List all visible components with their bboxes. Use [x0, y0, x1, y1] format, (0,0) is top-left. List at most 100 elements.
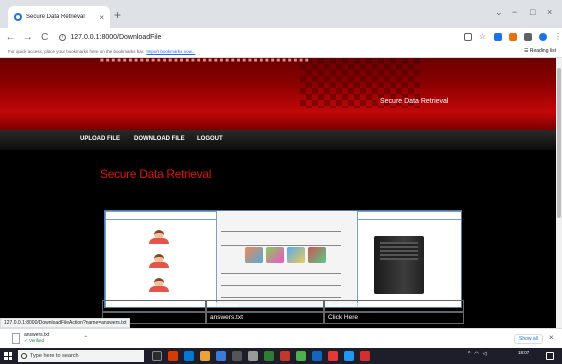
forward-button[interactable]: → [21, 32, 34, 43]
show-all-button[interactable]: Show all [514, 334, 543, 344]
chevron-down-icon[interactable]: ⌄ [495, 7, 503, 18]
table-header-row: Username Filename Download File [102, 300, 464, 312]
address-bar[interactable]: i 127.0.0.1:8000/DownloadFile [55, 30, 459, 44]
browser-tab-strip: Secure Data Retrieval × + ⌄ − □ × [0, 0, 562, 28]
user-avatar-icon [146, 230, 172, 244]
system-tray: ^ ◠ ◁ [468, 351, 487, 357]
taskbar-app-icon[interactable] [360, 351, 370, 361]
taskbar-clock[interactable]: 18:07 [518, 350, 529, 356]
diagram-panel-header [358, 212, 461, 220]
nav-upload-file[interactable]: UPLOAD FILE [80, 136, 120, 142]
windows-start-icon[interactable] [4, 352, 12, 360]
profile-avatar-icon[interactable] [539, 33, 548, 41]
taskbar-app-icon[interactable] [232, 351, 242, 361]
close-shelf-button[interactable]: × [549, 333, 554, 342]
network-icon[interactable]: ◠ [474, 351, 478, 357]
taskbar-app-icon[interactable] [344, 351, 354, 361]
scrollbar-thumb[interactable] [557, 68, 561, 218]
download-table: Username Filename Download File answers.… [102, 300, 464, 324]
star-icon[interactable]: ☆ [479, 33, 487, 41]
diagram-arrow [221, 297, 341, 298]
puzzle-icon[interactable] [524, 33, 533, 41]
taskbar-apps [152, 351, 370, 361]
download-link[interactable]: Click Here [324, 312, 464, 324]
bookmarks-hint: For quick access, place your bookmarks h… [8, 49, 145, 54]
minimize-button[interactable]: − [512, 7, 517, 17]
back-button[interactable]: ← [4, 32, 17, 43]
diagram-image-thumbnails [235, 247, 335, 265]
tab-close-icon[interactable]: × [99, 13, 104, 22]
diagram-server-panel [357, 211, 461, 307]
cell-filename: answers.txt [206, 312, 324, 324]
window-close-button[interactable]: × [547, 7, 552, 17]
diagram-arrow [221, 231, 341, 232]
diagram-users-panel [105, 211, 217, 307]
main-nav: UPLOAD FILE DOWNLOAD FILE LOGOUT [0, 130, 556, 150]
page-heading: Secure Data Retrieval [100, 167, 212, 181]
extension-icon[interactable] [509, 33, 518, 41]
notification-icon[interactable] [546, 352, 554, 360]
site-header-banner: ■ ■ ■ ■ ■ ■ ■ ■ ■ ■ ■ ■ ■ ■ ■ ■ ■ ■ ■ ■ … [0, 58, 556, 130]
header-username: Username [102, 300, 206, 312]
reload-button[interactable]: C [38, 32, 51, 43]
volume-icon[interactable]: ◁ [483, 351, 487, 357]
share-icon[interactable] [464, 33, 473, 41]
taskbar-app-icon[interactable] [248, 351, 258, 361]
page-scrollbar[interactable] [556, 58, 562, 328]
page-viewport: ■ ■ ■ ■ ■ ■ ■ ■ ■ ■ ■ ■ ■ ■ ■ ■ ■ ■ ■ ■ … [0, 58, 556, 328]
edge-browser-icon[interactable] [184, 351, 194, 361]
new-tab-button[interactable]: + [114, 9, 121, 21]
site-title: Secure Data Retrieval [380, 98, 449, 105]
nav-logout[interactable]: LOGOUT [197, 136, 223, 142]
server-tower-icon [374, 236, 424, 294]
maximize-button[interactable]: □ [530, 7, 535, 17]
browser-tab[interactable]: Secure Data Retrieval × [8, 6, 110, 28]
table-row: answers.txt Click Here [102, 312, 464, 324]
architecture-diagram-image [104, 210, 462, 308]
taskbar-search-placeholder: Type here to search [30, 353, 79, 359]
download-item[interactable]: answers.txt ✓ Verified ⌃ [12, 332, 88, 344]
taskbar-app-icon[interactable] [216, 351, 226, 361]
browser-toolbar: ← → C i 127.0.0.1:8000/DownloadFile ☆ ⋮ [0, 28, 562, 46]
download-status: ✓ Verified [24, 338, 45, 343]
taskbar-app-icon[interactable] [264, 351, 274, 361]
download-shelf: answers.txt ✓ Verified ⌃ Show all × [0, 328, 562, 348]
header-download-file: Download File [324, 300, 464, 312]
header-filename: Filename [206, 300, 324, 312]
page-content: Secure Data Retrieval Username Filename … [0, 150, 556, 328]
file-icon [12, 332, 20, 344]
user-avatar-icon [146, 278, 172, 292]
diagram-arrow [221, 273, 341, 274]
tab-title: Secure Data Retrieval [26, 14, 85, 20]
search-icon [21, 353, 27, 359]
extension-shield-icon[interactable] [494, 33, 503, 41]
banner-decorative-text: ■ ■ ■ ■ ■ ■ ■ ■ ■ ■ ■ ■ ■ ■ ■ ■ ■ ■ ■ ■ … [100, 58, 309, 64]
thumbnail-image [265, 247, 284, 263]
file-explorer-icon[interactable] [200, 351, 210, 361]
import-bookmarks-link[interactable]: Import bookmarks now... [146, 49, 195, 54]
taskbar-search-box[interactable]: Type here to search [18, 350, 144, 362]
thumbnail-image [244, 247, 263, 263]
pdf-reader-icon[interactable] [328, 351, 338, 361]
link-status-url: 127.0.0.1:8000/DownloadFileAction?name=a… [0, 318, 131, 328]
diagram-arrow [221, 245, 341, 246]
reading-list-button[interactable]: ☰ Reading list [524, 48, 556, 54]
thumbnail-image [286, 247, 305, 263]
taskbar-app-icon[interactable] [280, 351, 290, 361]
reading-list-label: Reading list [529, 48, 556, 54]
site-favicon-icon [14, 13, 22, 21]
task-view-icon[interactable] [152, 351, 162, 361]
menu-dots-icon[interactable]: ⋮ [554, 33, 562, 41]
diagram-arrow [221, 285, 341, 286]
taskbar-app-icon[interactable] [312, 351, 322, 361]
bookmarks-bar: For quick access, place your bookmarks h… [0, 46, 562, 58]
chevron-up-icon[interactable]: ⌃ [83, 335, 88, 342]
site-info-icon[interactable]: i [59, 33, 67, 41]
thumbnail-image [307, 247, 326, 263]
address-url[interactable]: 127.0.0.1:8000/DownloadFile [70, 34, 161, 41]
nav-download-file[interactable]: DOWNLOAD FILE [134, 136, 185, 142]
taskbar-app-icon[interactable] [168, 351, 178, 361]
windows-taskbar: Type here to search ^ ◠ ◁ 18:07 [0, 348, 562, 364]
chrome-browser-icon[interactable] [296, 351, 306, 361]
tray-chevron-icon[interactable]: ^ [468, 351, 470, 357]
